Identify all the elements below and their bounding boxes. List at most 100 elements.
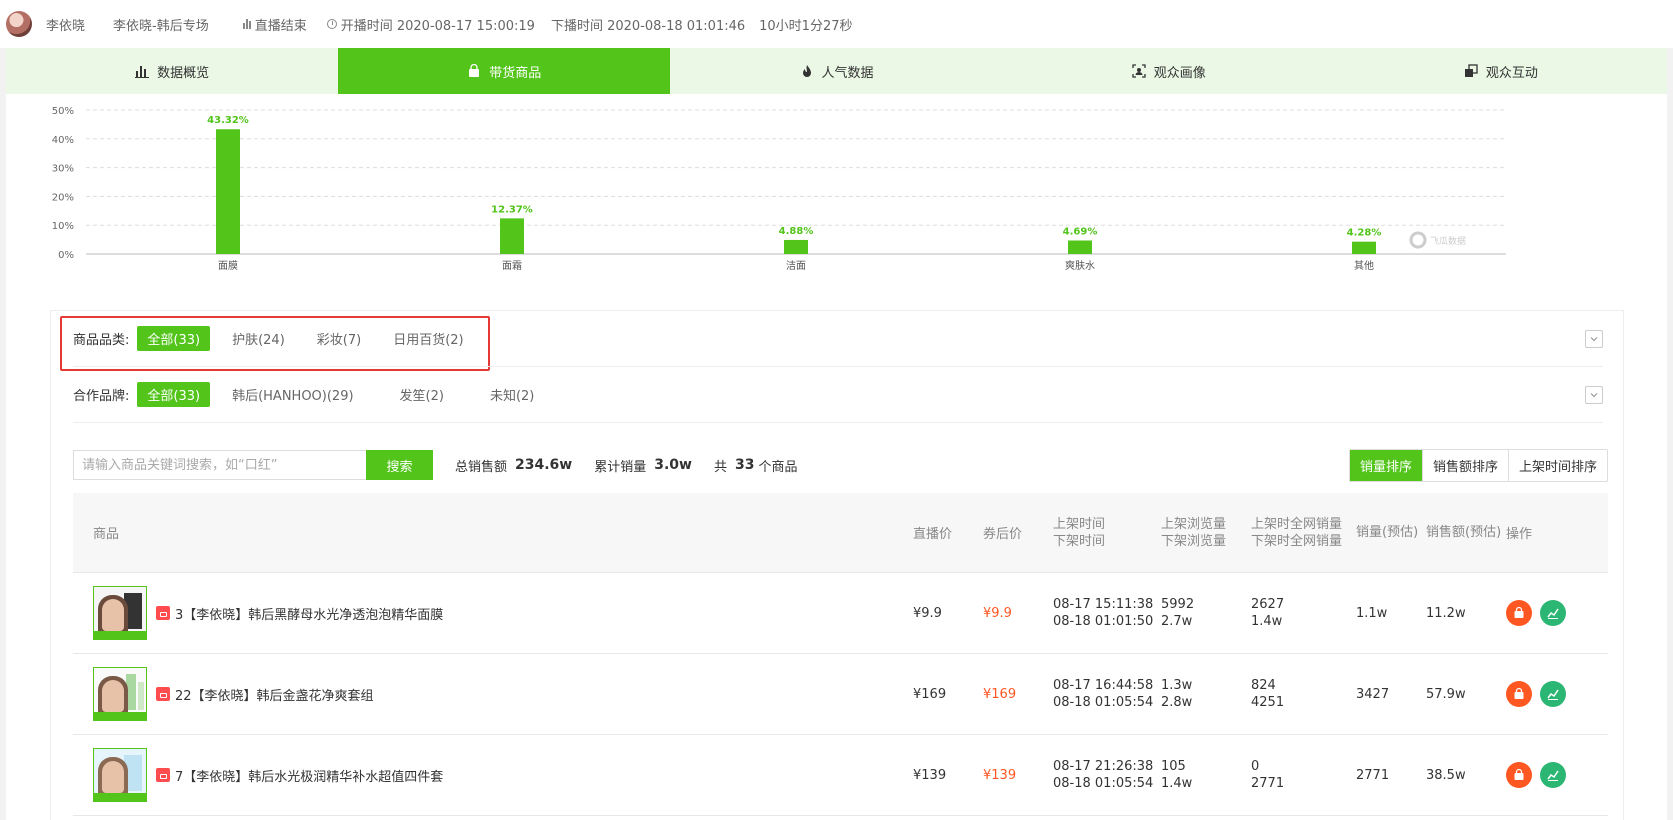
shop-bag-icon — [156, 768, 170, 782]
shop-bag-icon — [156, 606, 170, 620]
table-row[interactable]: 3【李依晓】韩后黑酵母水光净透泡泡精华面膜 ¥9.9 ¥9.9 08-17 15… — [73, 573, 1608, 654]
x-tick-label: 其他 — [1354, 259, 1374, 272]
table-row[interactable]: 7【李依晓】韩后水光极润精华补水超值四件套 ¥139 ¥139 08-17 21… — [73, 735, 1608, 816]
total-sales-label: 总销售额 — [455, 459, 508, 475]
header-product: 商品 — [93, 527, 120, 542]
product-thumbnail[interactable] — [93, 748, 147, 802]
table-row[interactable]: 22【李依晓】韩后金盏花净爽套组 ¥169 ¥169 08-17 16:44:5… — [73, 654, 1608, 735]
on-shelf-net-sales: 824 — [1251, 678, 1276, 693]
clock-icon — [326, 19, 337, 29]
buy-button[interactable] — [1506, 762, 1532, 788]
trend-button[interactable] — [1540, 600, 1566, 626]
tab-overview[interactable]: 数据概览 — [6, 48, 338, 94]
search-input[interactable] — [73, 450, 366, 480]
brand-chip-unknown[interactable]: 未知(2) — [480, 382, 544, 407]
brand-chip-fasheng[interactable]: 发笙(2) — [390, 382, 454, 407]
live-status: 直播结束 — [242, 15, 307, 34]
amount-estimate: 11.2w — [1426, 605, 1466, 621]
tab-audience-interaction[interactable]: 观众互动 — [1335, 48, 1667, 94]
product-title[interactable]: 3【李依晓】韩后黑酵母水光净透泡泡精华面膜 — [175, 604, 443, 623]
tab-products[interactable]: 带货商品 — [338, 48, 671, 94]
live-price: ¥139 — [913, 767, 947, 783]
product-title[interactable]: 22【李依晓】韩后金盏花净爽套组 — [175, 685, 374, 704]
shopping-bag-icon — [1514, 606, 1524, 618]
off-shelf-views: 2.8w — [1161, 695, 1193, 710]
bar — [500, 218, 524, 254]
shopping-bag-icon — [1514, 768, 1524, 780]
buy-button[interactable] — [1506, 600, 1532, 626]
views-cell: 1.3w 2.8w — [1161, 677, 1251, 711]
brand-chip-all[interactable]: 全部(33) — [137, 382, 211, 407]
header-off-net-sales: 下架时全网销量 — [1251, 533, 1343, 549]
category-expand-button[interactable] — [1585, 329, 1603, 348]
category-chip-daily[interactable]: 日用百货(2) — [383, 326, 473, 351]
net-sales-cell: 824 4251 — [1251, 677, 1356, 711]
product-thumbnail[interactable] — [93, 586, 147, 640]
buy-button[interactable] — [1506, 681, 1532, 707]
category-chip-skincare[interactable]: 护肤(24) — [222, 326, 295, 351]
off-shelf-views: 2.7w — [1161, 614, 1193, 629]
off-shelf-time: 08-18 01:05:54 — [1053, 776, 1154, 791]
coupon-price: ¥169 — [983, 686, 1017, 702]
product-count-prefix: 共 — [713, 459, 727, 475]
bar — [784, 239, 808, 254]
shop-bag-icon — [156, 687, 170, 701]
brand-expand-button[interactable] — [1585, 385, 1603, 404]
cumulative-sales-label: 累计销量 — [594, 459, 647, 475]
product-cell: 7【李依晓】韩后水光极润精华补水超值四件套 — [73, 748, 913, 802]
header-off-views: 下架浏览量 — [1161, 533, 1227, 549]
product-title[interactable]: 7【李依晓】韩后水光极润精华补水超值四件套 — [175, 766, 443, 785]
search-button[interactable]: 搜索 — [366, 450, 433, 480]
y-tick-label: 0% — [58, 250, 74, 261]
cumulative-sales-value: 3.0w — [654, 457, 692, 473]
brand-filter-label: 合作品牌: — [73, 389, 130, 404]
product-cell: 3【李依晓】韩后黑酵母水光净透泡泡精华面膜 — [73, 586, 913, 640]
on-shelf-views: 105 — [1161, 759, 1186, 774]
sort-by-time-button[interactable]: 上架时间排序 — [1507, 449, 1607, 481]
tab-popularity[interactable]: 人气数据 — [670, 48, 1002, 94]
x-tick-label: 面霜 — [502, 260, 522, 272]
operation-cell — [1506, 600, 1576, 626]
operation-cell — [1506, 681, 1576, 707]
streamer-name[interactable]: 李依晓 — [46, 15, 85, 34]
sort-by-amount-button[interactable]: 销售额排序 — [1421, 449, 1508, 481]
trend-button[interactable] — [1540, 681, 1566, 707]
bar-chart: 0% 10% 20% 30% 40% 50% 43.32% 面膜 12.37% 面霜 4.88% 洁面… — [52, 106, 1506, 272]
flame-icon — [802, 65, 811, 77]
amount-estimate: 38.5w — [1426, 767, 1466, 783]
sort-group: 销量排序 销售额排序 上架时间排序 — [1348, 448, 1608, 482]
time-cell: 08-17 21:26:38 08-18 01:05:54 — [1053, 758, 1161, 792]
header-coupon-price[interactable]: 券后价 — [983, 523, 1053, 542]
category-chip-all[interactable]: 全部(33) — [137, 326, 211, 351]
start-time-text: 开播时间 2020-08-17 15:00:19 — [340, 18, 535, 34]
avatar[interactable] — [6, 11, 32, 37]
watermark-text: 飞瓜数据 — [1430, 235, 1466, 247]
product-thumbnail[interactable] — [93, 667, 147, 721]
on-shelf-net-sales: 0 — [1251, 759, 1260, 774]
on-shelf-views: 5992 — [1161, 597, 1195, 612]
end-time: 下播时间 2020-08-18 01:01:46 — [550, 18, 746, 34]
time-cell: 08-17 15:11:38 08-18 01:01:50 — [1053, 596, 1161, 630]
category-share-chart: 0% 10% 20% 30% 40% 50% 43.32% 面膜 12.37% 面霜 4.88% 洁面… — [6, 94, 1667, 294]
status-text: 直播结束 — [254, 18, 307, 34]
off-shelf-views: 1.4w — [1161, 776, 1193, 791]
header-time: 上架时间 下架时间 — [1053, 516, 1161, 550]
views-cell: 5992 2.7w — [1161, 596, 1251, 630]
category-chip-makeup[interactable]: 彩妆(7) — [307, 326, 371, 351]
bar-data-label: 4.28% — [1347, 228, 1382, 239]
bar-data-label: 4.88% — [779, 226, 814, 237]
trend-button[interactable] — [1540, 762, 1566, 788]
product-count-value: 33 — [735, 457, 755, 473]
bar-data-label: 43.32% — [207, 115, 249, 126]
tab-audience-profile[interactable]: 观众画像 — [1003, 48, 1335, 94]
header-live-price[interactable]: 直播价 — [913, 523, 983, 542]
product-count: 共 33 个商品 — [714, 456, 798, 475]
table-header: 商品 直播价 券后价 上架时间 下架时间 上架浏览量 下架浏览量 上架时全网销量… — [73, 493, 1608, 573]
sort-by-sales-button[interactable]: 销量排序 — [1349, 449, 1422, 481]
chevron-down-icon — [1590, 392, 1598, 397]
brand-chip-hanhoo[interactable]: 韩后(HANHOO)(29) — [222, 382, 363, 407]
coupon-price: ¥139 — [983, 767, 1017, 783]
interaction-icon — [1464, 64, 1478, 77]
sales-stats: 总销售额 234.6w 累计销量 3.0w 共 33 个商品 — [455, 456, 816, 475]
header-on-net-sales: 上架时全网销量 — [1251, 516, 1343, 532]
